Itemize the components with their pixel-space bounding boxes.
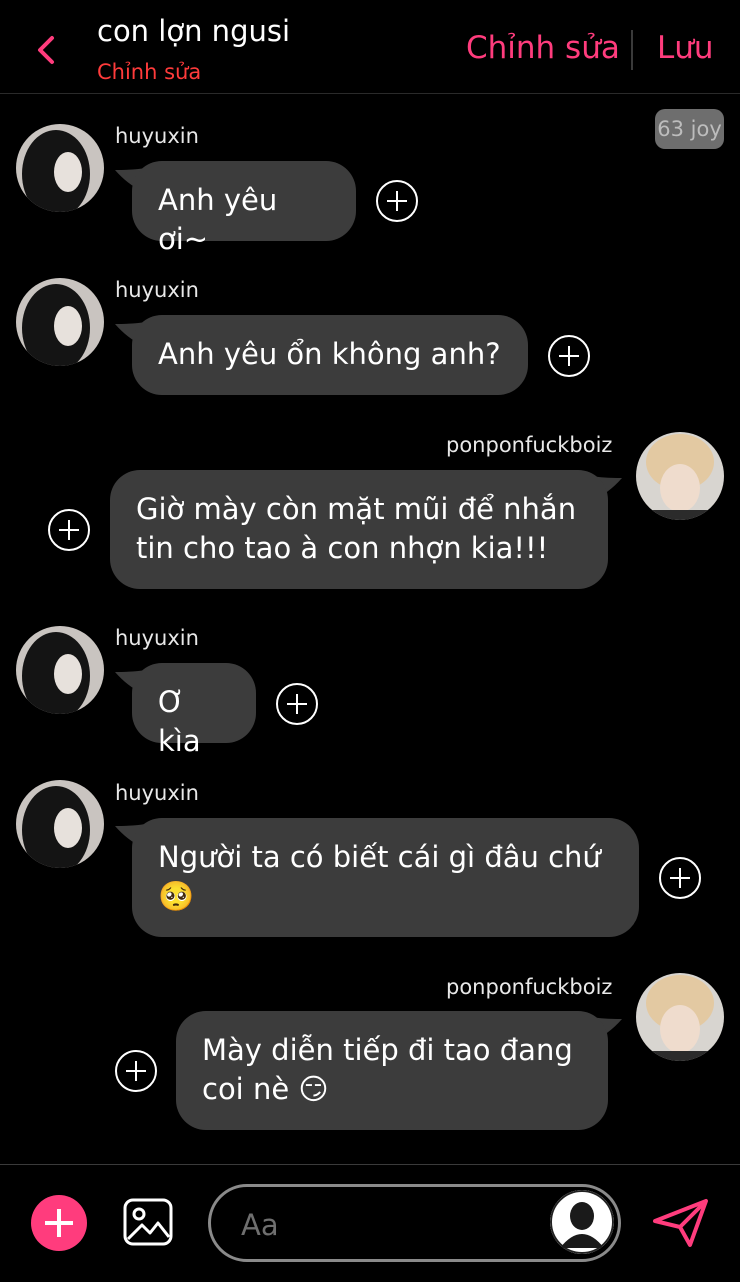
sender-name: huyuxin — [115, 781, 199, 805]
message-line: coi nè 😏 — [202, 1072, 329, 1106]
avatar-ponponfuckboiz[interactable] — [636, 973, 724, 1061]
sender-name: ponponfuckboiz — [446, 433, 613, 457]
avatar-huyuxin[interactable] — [16, 780, 104, 868]
add-reaction-plus-icon[interactable] — [48, 509, 90, 551]
avatar-huyuxin[interactable] — [16, 278, 104, 366]
message-bubble[interactable]: Giờ mày còn mặt mũi để nhắn tin cho tao … — [110, 470, 608, 589]
avatar-huyuxin[interactable] — [16, 626, 104, 714]
message-bubble[interactable]: Ơ kìa — [132, 663, 256, 758]
image-icon[interactable] — [122, 1197, 174, 1247]
message-line: tin cho tao à con nhợn kia!!! — [136, 531, 549, 565]
message-line: Người ta có biết cái gì đâu chứ — [158, 840, 601, 874]
sender-name: huyuxin — [115, 124, 199, 148]
edit-button[interactable]: Chỉnh sửa — [466, 30, 620, 66]
header-divider — [631, 30, 633, 70]
message-bubble[interactable]: Anh yêu ổn không anh? — [132, 315, 528, 395]
sender-name: ponponfuckboiz — [446, 975, 613, 999]
message-bubble[interactable]: Người ta có biết cái gì đâu chứ 🥺 — [132, 818, 639, 937]
send-icon[interactable] — [652, 1198, 710, 1248]
avatar-huyuxin[interactable] — [16, 124, 104, 212]
sender-avatar[interactable] — [550, 1190, 614, 1254]
sender-name: huyuxin — [115, 626, 199, 650]
add-reaction-plus-icon[interactable] — [548, 335, 590, 377]
person-icon — [550, 1190, 614, 1254]
avatar-ponponfuckboiz[interactable] — [636, 432, 724, 520]
message-line: Giờ mày còn mặt mũi để nhắn — [136, 492, 577, 526]
message-input[interactable] — [239, 1199, 533, 1251]
joy-counter-badge: 63 joy — [655, 109, 724, 149]
message-line: 🥺 — [158, 879, 195, 913]
message-bubble[interactable]: Anh yêu ơi~ — [132, 161, 356, 256]
message-line: Mày diễn tiếp đi tao đang — [202, 1033, 573, 1067]
sender-name: huyuxin — [115, 278, 199, 302]
add-reaction-plus-icon[interactable] — [276, 683, 318, 725]
chat-subtitle-edit[interactable]: Chỉnh sửa — [97, 60, 201, 84]
chat-title: con lợn ngusi — [97, 14, 291, 48]
message-bubble[interactable]: Mày diễn tiếp đi tao đang coi nè 😏 — [176, 1011, 608, 1130]
add-button[interactable] — [31, 1195, 87, 1251]
add-reaction-plus-icon[interactable] — [115, 1050, 157, 1092]
add-reaction-plus-icon[interactable] — [376, 180, 418, 222]
back-chevron-icon[interactable] — [28, 30, 68, 70]
add-reaction-plus-icon[interactable] — [659, 857, 701, 899]
chat-header: con lợn ngusi Chỉnh sửa Chỉnh sửa Lưu — [0, 0, 740, 94]
save-button[interactable]: Lưu — [657, 30, 714, 66]
